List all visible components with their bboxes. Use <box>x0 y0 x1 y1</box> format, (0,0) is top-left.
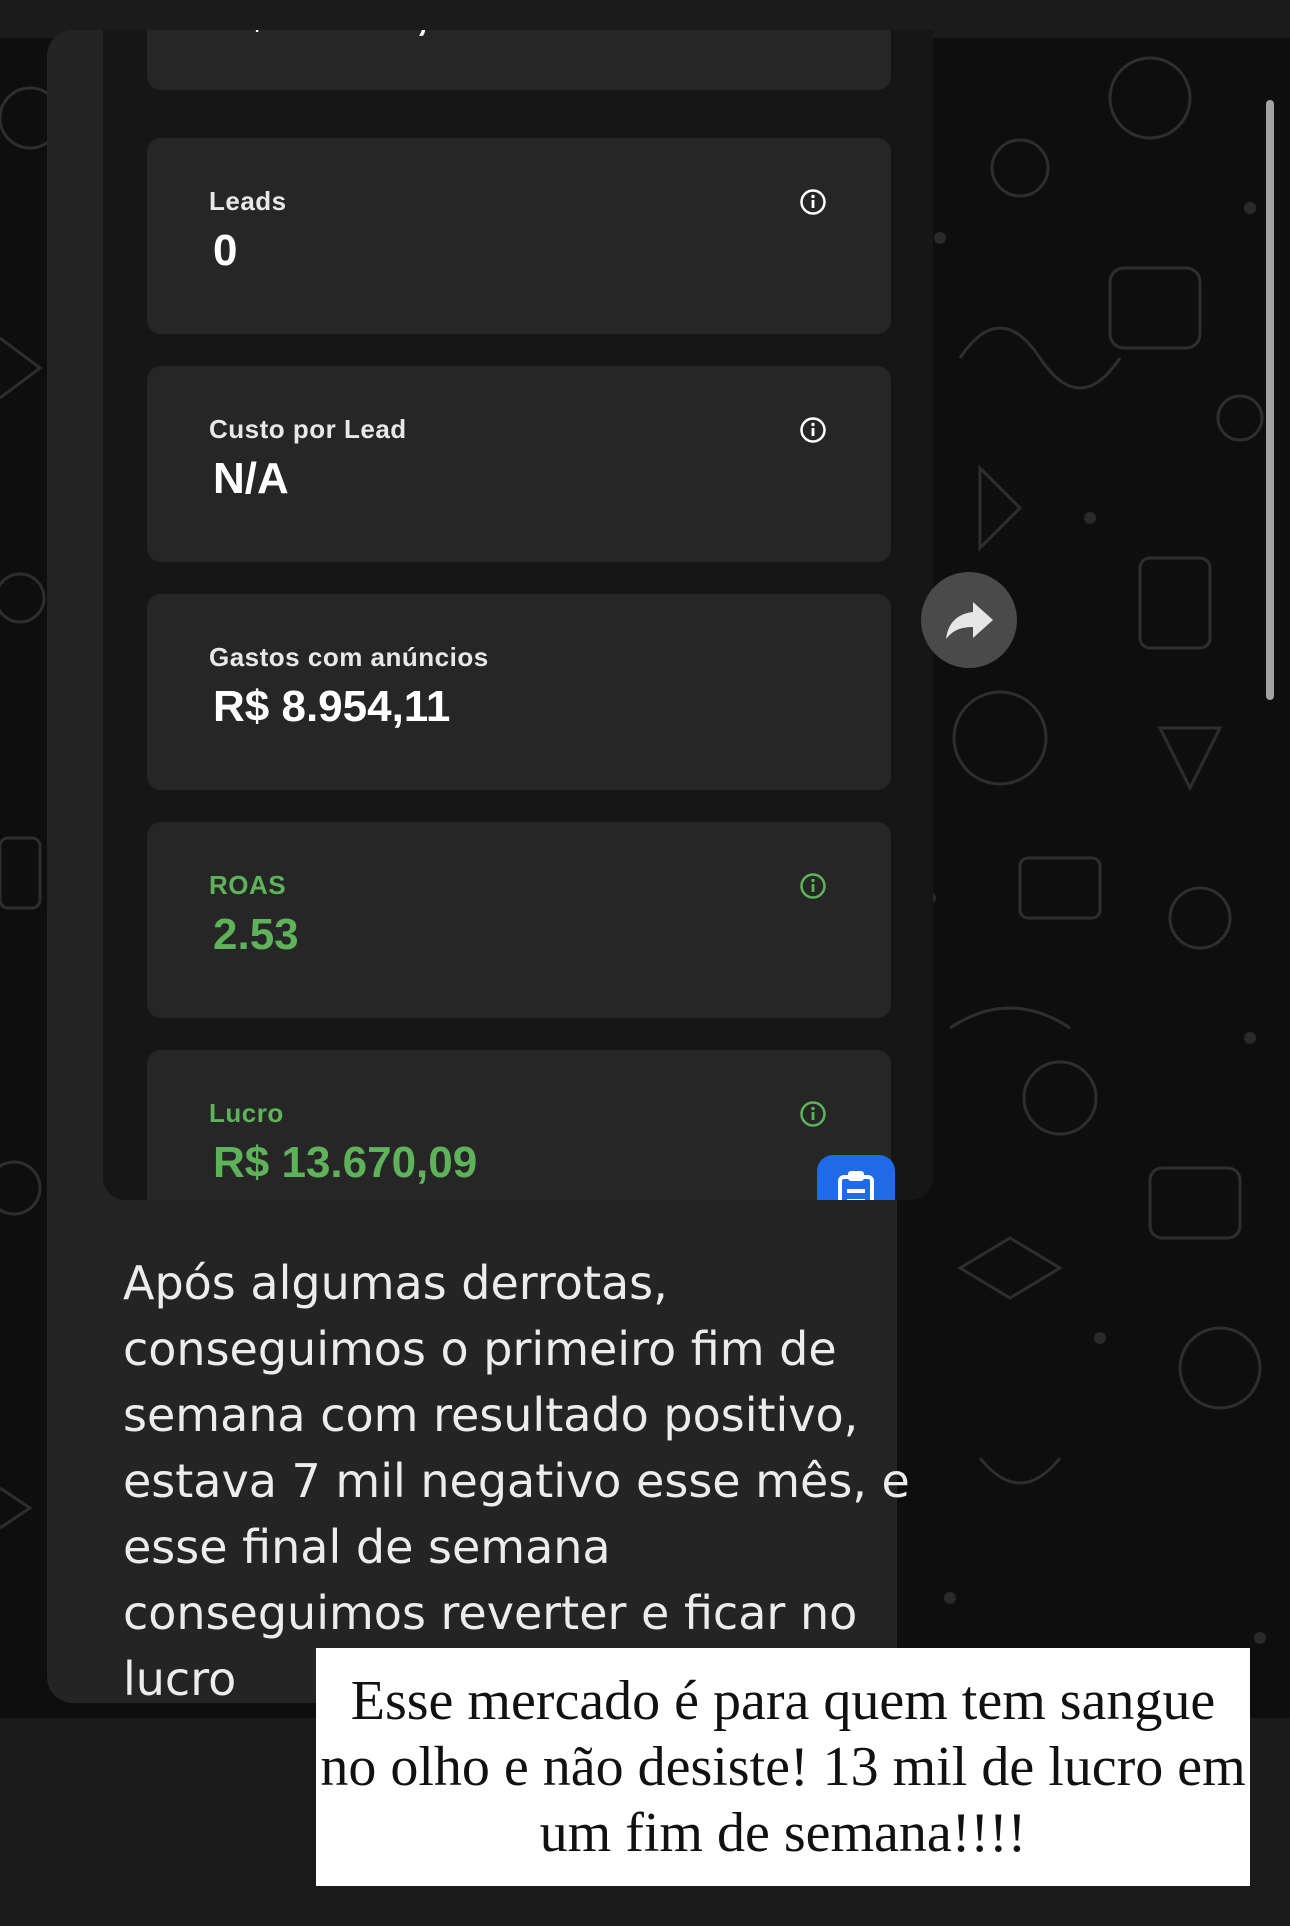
metric-value: N/A <box>213 454 289 503</box>
metric-value: R$ 22.624,22 <box>213 30 477 40</box>
story-caption-text: Esse mercado é para quem tem sangue no o… <box>320 1670 1246 1864</box>
clipboard-button[interactable] <box>817 1155 895 1200</box>
dashboard-screenshot: R$ 22.624,22 Leads 0 Custo por Lead N/A … <box>103 30 933 1200</box>
metric-label: Leads <box>209 186 287 216</box>
metric-label: Gastos com anúncios <box>209 642 489 672</box>
forward-arrow-icon <box>946 602 993 639</box>
metric-label: Custo por Lead <box>209 414 407 444</box>
metric-value: R$ 13.670,09 <box>213 1138 478 1187</box>
metric-card-cost-per-lead: Custo por Lead N/A <box>147 366 891 562</box>
metric-value: 2.53 <box>213 910 299 959</box>
message-bubble: R$ 22.624,22 Leads 0 Custo por Lead N/A … <box>47 30 933 1706</box>
info-icon[interactable] <box>799 1100 827 1128</box>
info-icon[interactable] <box>799 416 827 444</box>
metric-label: Lucro <box>209 1098 284 1128</box>
metric-card-ad-spend: Gastos com anúncios R$ 8.954,11 <box>147 594 891 790</box>
info-icon[interactable] <box>799 188 827 216</box>
metric-label: ROAS <box>209 870 287 900</box>
forward-button[interactable] <box>921 572 1017 668</box>
metric-card-revenue: R$ 22.624,22 <box>147 30 891 90</box>
metric-card-leads: Leads 0 <box>147 138 891 334</box>
info-icon[interactable] <box>799 872 827 900</box>
scrollbar[interactable] <box>1266 100 1274 700</box>
clipboard-icon <box>838 1171 874 1200</box>
metric-value: R$ 8.954,11 <box>213 682 451 731</box>
story-caption-box: Esse mercado é para quem tem sangue no o… <box>316 1648 1250 1886</box>
metric-value: 0 <box>213 226 238 275</box>
metric-card-profit: Lucro R$ 13.670,09 <box>147 1050 891 1200</box>
message-text: Após algumas derrotas, conseguimos o pri… <box>123 1256 910 1706</box>
metric-card-roas: ROAS 2.53 <box>147 822 891 1018</box>
